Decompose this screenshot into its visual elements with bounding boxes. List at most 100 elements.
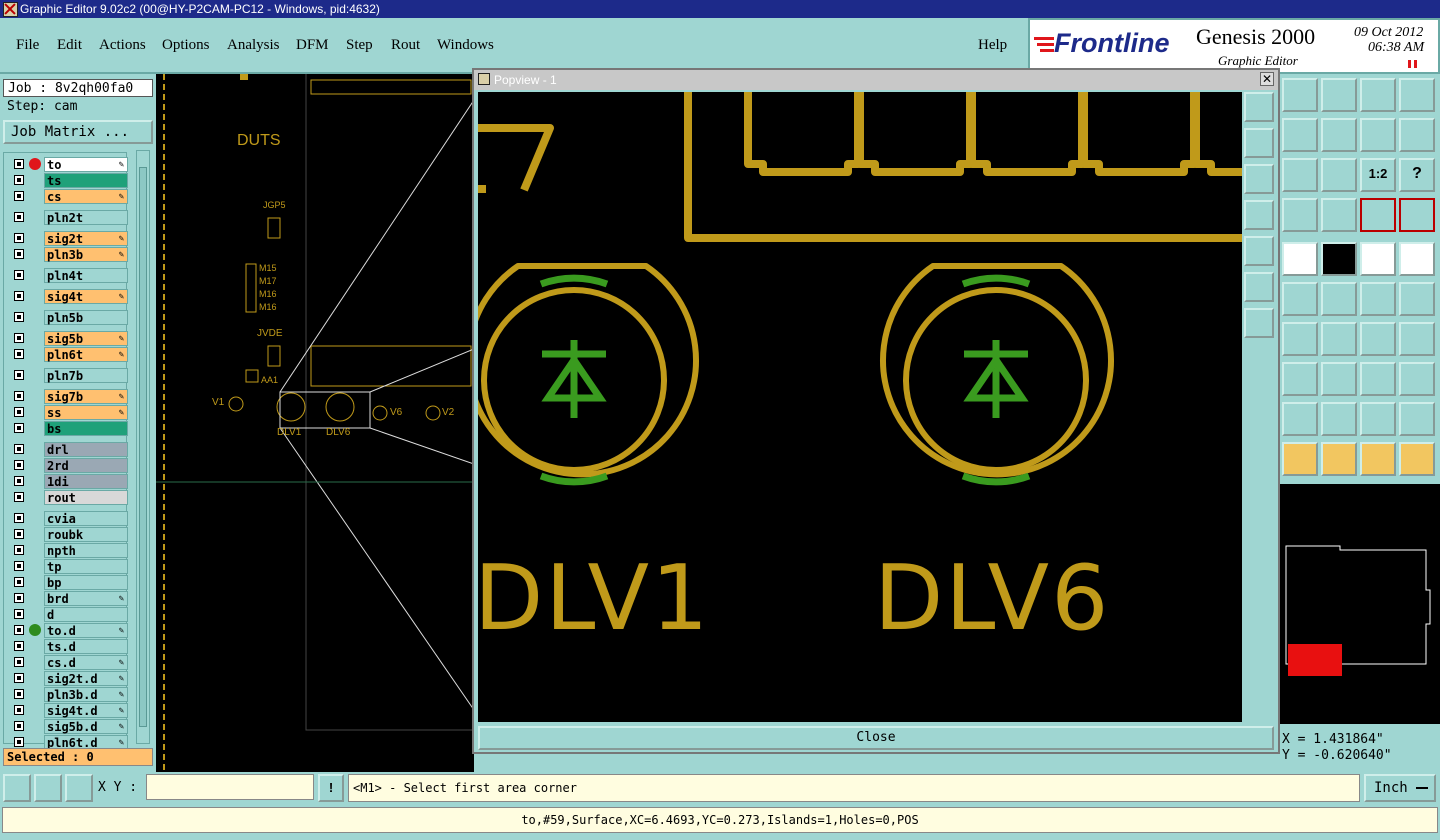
layer-row-cs-d[interactable]: cs.d ✎ (10, 655, 128, 670)
layer-checkbox[interactable] (14, 476, 24, 486)
house-tool-button[interactable] (1360, 78, 1396, 112)
menu-windows[interactable]: Windows (437, 37, 494, 54)
grid-tool-button[interactable] (1321, 198, 1357, 232)
measure-tool-button[interactable] (1282, 198, 1318, 232)
zoom-up-button[interactable] (1244, 128, 1274, 158)
alert-button[interactable]: ! (318, 774, 344, 802)
pad-tool-button[interactable] (1282, 242, 1318, 276)
layer-checkbox[interactable] (14, 705, 24, 715)
rotate-tool-button[interactable] (1360, 118, 1396, 152)
layer-checkbox[interactable] (14, 349, 24, 359)
layer-checkbox[interactable] (14, 625, 24, 635)
xy-input[interactable] (146, 774, 314, 800)
layer-checkbox[interactable] (14, 545, 24, 555)
select-connect-tool-button[interactable] (1399, 442, 1435, 476)
split-tool-button[interactable] (1399, 322, 1435, 356)
layer-label[interactable]: pln3b.d ✎ (44, 687, 128, 702)
layer-row-sig7b[interactable]: sig7b ✎ (10, 389, 128, 404)
layer-checkbox[interactable] (14, 423, 24, 433)
line-tool-button[interactable] (1321, 242, 1357, 276)
layer-label[interactable]: sig2t ✎ (44, 231, 128, 246)
layer-row-ss[interactable]: ss ✎ (10, 405, 128, 420)
layer-row-drl[interactable]: drl (10, 442, 128, 457)
layer-label[interactable]: 2rd (44, 458, 128, 473)
layer-row-1di[interactable]: 1di (10, 474, 128, 489)
layer-label[interactable]: roubk (44, 527, 128, 542)
layer-row-pln4t[interactable]: pln4t (10, 268, 128, 283)
menu-rout[interactable]: Rout (391, 37, 420, 54)
menu-file[interactable]: File (16, 37, 39, 54)
layer-label[interactable]: sig2t.d ✎ (44, 671, 128, 686)
layer-checkbox[interactable] (14, 370, 24, 380)
layer-checkbox[interactable] (14, 249, 24, 259)
layer-row-pln7b[interactable]: pln7b (10, 368, 128, 383)
layer-checkbox[interactable] (14, 212, 24, 222)
layer-label[interactable]: ss ✎ (44, 405, 128, 420)
layer-label[interactable]: cs ✎ (44, 189, 128, 204)
layer-checkbox[interactable] (14, 444, 24, 454)
layer-color-tool-button[interactable] (1360, 198, 1396, 232)
layer-label[interactable]: bp (44, 575, 128, 590)
layer-row-sig2t[interactable]: sig2t ✎ (10, 231, 128, 246)
layer-label[interactable]: ts.d (44, 639, 128, 654)
layer-label[interactable]: sig5b.d ✎ (44, 719, 128, 734)
arc-tool-button[interactable] (1360, 322, 1396, 356)
select-box-tool-button[interactable] (1321, 442, 1357, 476)
layer-checkbox[interactable] (14, 159, 24, 169)
zoom-home-button[interactable] (1244, 92, 1274, 122)
layer-checkbox[interactable] (14, 270, 24, 280)
layer-checkbox[interactable] (14, 561, 24, 571)
layer-label[interactable]: npth (44, 543, 128, 558)
home-tool-button[interactable] (1282, 78, 1318, 112)
layer-checkbox[interactable] (14, 233, 24, 243)
layer-list-scrollbar[interactable] (136, 150, 150, 744)
layer-label[interactable]: rout (44, 490, 128, 505)
layer-row-to-d[interactable]: to.d ✎ (10, 623, 128, 638)
layer-label[interactable]: bs (44, 421, 128, 436)
triangle-tool-button[interactable] (1282, 402, 1318, 436)
mirror-tool-button[interactable] (1399, 118, 1435, 152)
save-tool-button[interactable] (1321, 78, 1357, 112)
menu-options[interactable]: Options (162, 37, 210, 54)
delete-tool-button[interactable] (1321, 282, 1357, 316)
connect-tool-button[interactable] (1282, 282, 1318, 316)
layer-checkbox[interactable] (14, 391, 24, 401)
snap2-tool-button[interactable] (1399, 282, 1435, 316)
layer-checkbox[interactable] (14, 593, 24, 603)
select-net-tool-button[interactable] (1360, 442, 1396, 476)
layer-checkbox[interactable] (14, 291, 24, 301)
layer-checkbox[interactable] (14, 657, 24, 667)
menu-dfm[interactable]: DFM (296, 37, 329, 54)
snap-angle-button[interactable] (34, 774, 62, 802)
layer-label[interactable]: pln2t (44, 210, 128, 225)
shapes-tool-button[interactable] (1399, 362, 1435, 396)
select-tool-button[interactable] (1282, 442, 1318, 476)
layer-checkbox[interactable] (14, 175, 24, 185)
layer-label[interactable]: pln7b (44, 368, 128, 383)
layer-checkbox[interactable] (14, 689, 24, 699)
layer-row-pln6t[interactable]: pln6t ✎ (10, 347, 128, 362)
pan-right-button[interactable] (1244, 236, 1274, 266)
layer-checkbox[interactable] (14, 737, 24, 747)
layer-checkbox[interactable] (14, 577, 24, 587)
popview-canvas[interactable]: DLV1 DLV6 (478, 92, 1242, 722)
layer-checkbox[interactable] (14, 312, 24, 322)
move-in-tool-button[interactable] (1282, 118, 1318, 152)
layer-row-2rd[interactable]: 2rd (10, 458, 128, 473)
layer-label[interactable]: cvia (44, 511, 128, 526)
layer-row-roubk[interactable]: roubk (10, 527, 128, 542)
snap-grid-button[interactable] (65, 774, 93, 802)
layer-row-ts-d[interactable]: ts.d (10, 639, 128, 654)
layer-compare-tool-button[interactable] (1399, 198, 1435, 232)
layer-checkbox[interactable] (14, 407, 24, 417)
menu-step[interactable]: Step (346, 37, 373, 54)
layer-label[interactable]: sig7b ✎ (44, 389, 128, 404)
surface-tool-button[interactable] (1399, 242, 1435, 276)
layer-row-sig4t-d[interactable]: sig4t.d ✎ (10, 703, 128, 718)
overview-map[interactable] (1280, 484, 1440, 724)
layer-row-cs[interactable]: cs ✎ (10, 189, 128, 204)
layer-checkbox[interactable] (14, 333, 24, 343)
center-tool-button[interactable] (1321, 158, 1357, 192)
layer-row-pln3b[interactable]: pln3b ✎ (10, 247, 128, 262)
layer-label[interactable]: to.d ✎ (44, 623, 128, 638)
